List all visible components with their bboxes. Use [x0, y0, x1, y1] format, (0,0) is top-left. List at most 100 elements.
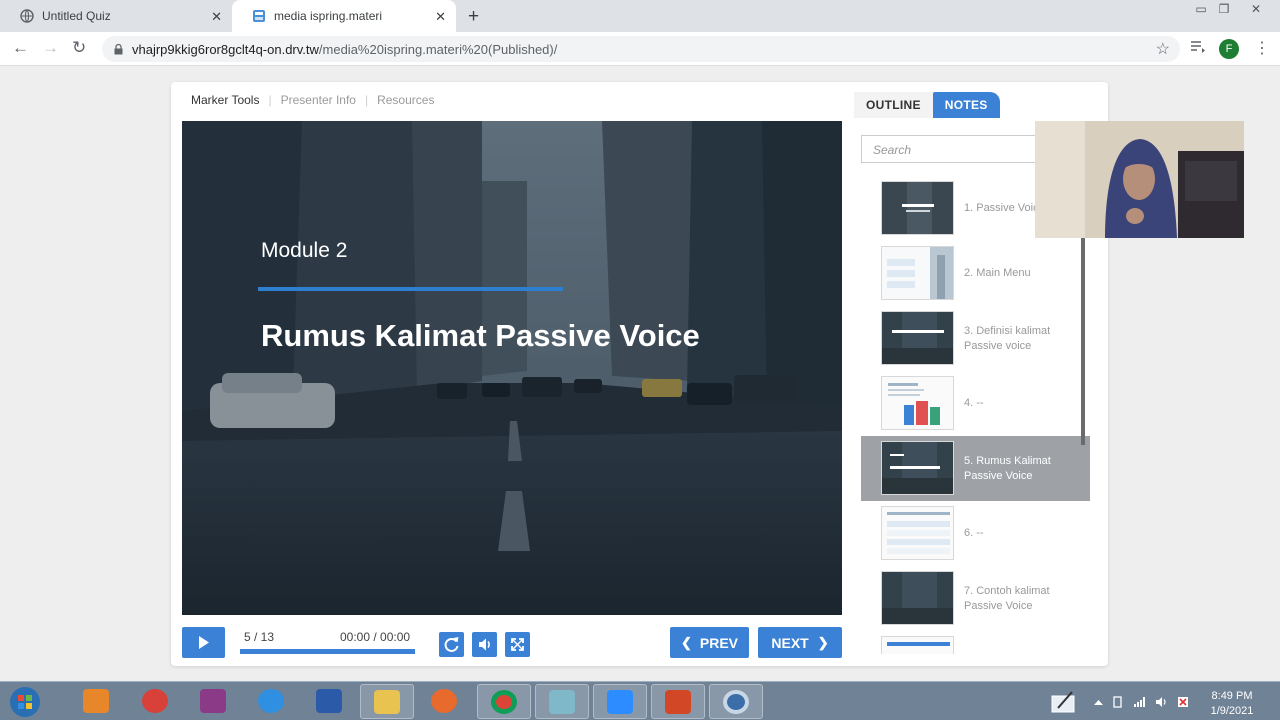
folder-icon: [374, 690, 400, 714]
chevron-right-icon: ❯: [817, 634, 829, 650]
volume-tray-icon[interactable]: [1155, 695, 1168, 707]
play-icon: [199, 636, 209, 649]
globe-icon: [20, 9, 34, 23]
browser-menu-icon[interactable]: ⋮: [1254, 38, 1270, 58]
player-top-nav: Marker Tools | Presenter Info | Resource…: [191, 93, 443, 107]
browser-toolbar: ← → ↻ vhajrp9kkig6ror8gclt4q-on.drv.tw/m…: [0, 32, 1280, 66]
internet-explorer-icon: [258, 689, 284, 713]
taskbar-ispring[interactable]: [651, 684, 705, 719]
tab-outline[interactable]: OUTLINE: [854, 92, 933, 118]
address-bar[interactable]: vhajrp9kkig6ror8gclt4q-on.drv.tw/media%2…: [102, 36, 1180, 62]
taskbar-recorder[interactable]: [129, 684, 183, 719]
presenter-info-link[interactable]: Presenter Info: [281, 93, 356, 107]
outline-item[interactable]: [861, 631, 1090, 654]
outline-search-input[interactable]: Search: [861, 135, 1041, 163]
show-hidden-icons[interactable]: [1092, 695, 1105, 707]
playback-progress-bar[interactable]: [240, 649, 415, 654]
city-street-background: [182, 121, 842, 615]
drive-page-icon: [252, 9, 266, 23]
next-label: NEXT: [771, 634, 809, 651]
browser-tab-strip: Untitled Quiz ✕ media ispring.materi ✕ +…: [0, 0, 1280, 32]
restore-icon[interactable]: ❐: [1213, 2, 1235, 16]
taskbar-notes[interactable]: [535, 684, 589, 719]
slide-view[interactable]: Module 2 Rumus Kalimat Passive Voice: [182, 121, 842, 615]
close-tab-icon[interactable]: ✕: [211, 9, 222, 25]
outline-item-label: 2. Main Menu: [964, 267, 1031, 279]
ispring-player: Marker Tools | Presenter Info | Resource…: [171, 82, 1108, 666]
chrome-window-icon: [723, 690, 749, 714]
bookmark-star-icon[interactable]: ☆: [1156, 39, 1170, 59]
tab-title: media ispring.materi: [274, 9, 383, 23]
minimize-icon[interactable]: ▭: [1190, 2, 1212, 16]
tab-media-ispring[interactable]: media ispring.materi ✕: [232, 0, 456, 32]
firefox-icon: [431, 689, 457, 713]
slide-title: Rumus Kalimat Passive Voice: [261, 318, 700, 353]
nav-divider: |: [268, 93, 272, 107]
taskbar-chrome[interactable]: [477, 684, 531, 719]
taskbar-file-explorer[interactable]: [360, 684, 414, 719]
windows-taskbar: 8:49 PM 1/9/2021: [0, 681, 1280, 720]
slide-counter: 5 / 13: [244, 630, 275, 644]
close-tab-icon[interactable]: ✕: [435, 9, 446, 25]
marker-tools-link[interactable]: Marker Tools: [191, 93, 259, 107]
slide-title-underline: [258, 287, 563, 291]
prev-button[interactable]: ❮ PREV: [670, 627, 749, 658]
start-button[interactable]: [4, 684, 46, 719]
archive-icon: [200, 689, 226, 713]
outline-item[interactable]: 2. Main Menu: [861, 241, 1090, 306]
slide-thumbnail: [881, 246, 954, 300]
tab-notes[interactable]: NOTES: [932, 92, 1000, 118]
outline-item-current[interactable]: 5. Rumus Kalimat Passive Voice: [861, 436, 1090, 501]
close-window-icon[interactable]: ✕: [1245, 2, 1267, 16]
taskbar-archive[interactable]: [187, 684, 241, 719]
play-button[interactable]: [182, 627, 225, 658]
taskbar-chrome-window[interactable]: [709, 684, 763, 719]
outline-item[interactable]: 7. Contoh kalimat Passive Voice: [861, 566, 1090, 631]
pen-tablet-icon[interactable]: [1050, 686, 1078, 716]
clock-date: 1/9/2021: [1210, 705, 1254, 717]
outline-item[interactable]: 3. Definisi kalimat Passive voice: [861, 306, 1090, 371]
tab-untitled-quiz[interactable]: Untitled Quiz ✕: [0, 0, 232, 32]
playback-time: 00:00 / 00:00: [340, 630, 411, 644]
taskbar-firefox[interactable]: [418, 684, 472, 719]
forward-icon[interactable]: →: [42, 38, 59, 58]
slide-thumbnail: [881, 571, 954, 625]
media-queue-icon[interactable]: [1190, 40, 1206, 54]
system-clock[interactable]: 8:49 PM 1/9/2021: [1197, 689, 1267, 719]
clock-time: 8:49 PM: [1211, 690, 1253, 702]
lock-icon: [114, 42, 123, 55]
slide-thumbnail: [881, 636, 954, 654]
volume-button[interactable]: [472, 632, 497, 657]
zoom-icon: [607, 690, 633, 714]
outline-scrollbar[interactable]: [1081, 237, 1085, 445]
reload-icon[interactable]: ↻: [72, 38, 86, 58]
speaker-icon: [479, 638, 490, 651]
outline-item-label: 7. Contoh kalimat Passive Voice: [964, 584, 1050, 612]
outline-item-label: 3. Definisi kalimat Passive voice: [964, 324, 1051, 352]
word-icon: [316, 689, 342, 713]
taskbar-word[interactable]: [303, 684, 357, 719]
device-icon[interactable]: [1111, 695, 1124, 708]
taskbar-media-player[interactable]: [70, 684, 124, 719]
slide-thumbnail: [881, 506, 954, 560]
nav-divider: |: [364, 93, 369, 107]
back-icon[interactable]: ←: [12, 38, 29, 58]
outline-item[interactable]: 4. --: [861, 371, 1090, 436]
network-icon[interactable]: [1133, 695, 1146, 707]
chevron-left-icon: ❮: [680, 634, 692, 650]
windows-start-icon: [10, 687, 40, 717]
replay-button[interactable]: [439, 632, 464, 657]
sidebar-tabs: OUTLINE NOTES: [854, 92, 1000, 118]
search-placeholder: Search: [873, 143, 912, 157]
resources-link[interactable]: Resources: [377, 93, 434, 107]
taskbar-zoom[interactable]: [593, 684, 647, 719]
outline-item[interactable]: 6. --: [861, 501, 1090, 566]
fullscreen-button[interactable]: [505, 632, 530, 657]
new-tab-icon[interactable]: +: [468, 6, 479, 28]
action-center-icon[interactable]: [1177, 695, 1190, 707]
slide-thumbnail: [881, 181, 954, 235]
profile-avatar[interactable]: F: [1219, 39, 1239, 59]
taskbar-internet-explorer[interactable]: [245, 684, 299, 719]
slide-outline-list: 1. Passive Voice 2. Main Menu 3. Definis…: [861, 176, 1090, 654]
next-button[interactable]: NEXT ❯: [758, 627, 842, 658]
